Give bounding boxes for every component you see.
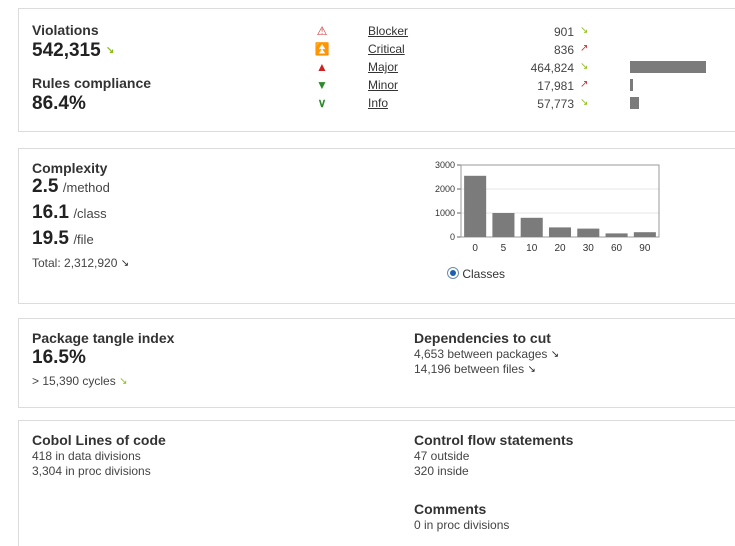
y-tick-label: 3000 bbox=[435, 160, 455, 170]
trend-up-icon: ↘ bbox=[105, 44, 115, 56]
deps-packages: 4,653 between packages ↘ bbox=[414, 347, 559, 361]
severity-link-info[interactable]: Info bbox=[368, 96, 388, 110]
complexity-per-class: 16.1 /class bbox=[32, 202, 107, 224]
total-text: Total: 2,312,920 bbox=[32, 256, 118, 270]
severity-count: 836 bbox=[553, 43, 574, 57]
severity-bar-major bbox=[630, 61, 706, 73]
tangle-value: 16.5% bbox=[32, 347, 86, 368]
complexity-per-file: 19.5 /file bbox=[32, 228, 94, 250]
control-flow-outside: 47 outside bbox=[414, 449, 470, 463]
x-tick-label: 10 bbox=[526, 243, 538, 254]
comments-value: 0 in proc divisions bbox=[414, 518, 510, 532]
plot-frame bbox=[460, 164, 660, 238]
severity-link-critical[interactable]: Critical bbox=[368, 42, 405, 56]
compliance-value: 86.4% bbox=[32, 93, 86, 114]
histogram-bar bbox=[492, 213, 515, 237]
x-tick-label: 5 bbox=[501, 243, 507, 254]
histogram-bar bbox=[605, 233, 628, 237]
blocker-icon: ⚠ bbox=[316, 24, 328, 38]
x-tick-label: 30 bbox=[583, 243, 595, 254]
proc-divisions: 3,304 in proc divisions bbox=[32, 464, 151, 478]
trend-icon: ↗ bbox=[580, 79, 589, 90]
x-tick-label: 20 bbox=[554, 243, 566, 254]
severity-bar-info bbox=[630, 97, 639, 109]
per-file-unit: /file bbox=[73, 232, 94, 247]
severity-count: 901 bbox=[553, 25, 574, 39]
severity-row-major: ▲ Major 464,824 ↘ bbox=[314, 59, 734, 77]
per-method-value: 2.5 bbox=[32, 176, 59, 197]
data-divisions: 418 in data divisions bbox=[32, 449, 141, 463]
classes-radio-option[interactable]: Classes bbox=[447, 267, 505, 281]
compliance-label: Rules compliance bbox=[32, 75, 152, 91]
control-flow-label: Control flow statements bbox=[414, 432, 574, 448]
cycles-count: > 15,390 cycles bbox=[32, 374, 116, 388]
trend-icon: ↘ bbox=[550, 348, 560, 360]
critical-icon: ⏫ bbox=[314, 42, 330, 56]
violations-value: 542,315 ↘ bbox=[32, 40, 114, 62]
trend-icon: ↘ bbox=[119, 375, 128, 387]
histogram-bar bbox=[577, 228, 600, 237]
severity-bar-minor bbox=[630, 79, 633, 91]
minor-icon: ▼ bbox=[316, 78, 328, 92]
info-icon: ∨ bbox=[317, 96, 327, 110]
deps-label: Dependencies to cut bbox=[414, 330, 551, 346]
violations-label: Violations bbox=[32, 22, 99, 38]
per-class-unit: /class bbox=[73, 206, 107, 221]
y-tick-label: 1000 bbox=[435, 208, 455, 218]
y-tick-label: 0 bbox=[450, 232, 455, 242]
complexity-total: Total: 2,312,920 ↘ bbox=[32, 256, 129, 270]
x-tick-label: 0 bbox=[472, 243, 478, 254]
complexity-panel: Complexity 2.5 /method 16.1 /class 19.5 … bbox=[18, 148, 735, 304]
complexity-chart: 0 1000 2000 3000 0 5 10 20 30 60 90 bbox=[435, 160, 660, 254]
complexity-label: Complexity bbox=[32, 160, 108, 176]
tangle-panel: Package tangle index 16.5% > 15,390 cycl… bbox=[18, 318, 735, 408]
trend-icon: ↘ bbox=[580, 61, 589, 72]
cobol-loc-label: Cobol Lines of code bbox=[32, 432, 166, 448]
deps-packages-text: 4,653 between packages bbox=[414, 347, 548, 361]
severity-link-minor[interactable]: Minor bbox=[368, 78, 398, 92]
trend-icon: ↗ bbox=[580, 43, 589, 54]
complexity-per-method: 2.5 /method bbox=[32, 176, 110, 198]
cobol-panel: Cobol Lines of code 418 in data division… bbox=[18, 420, 735, 546]
major-icon: ▲ bbox=[316, 60, 328, 74]
severity-row-minor: ▼ Minor 17,981 ↗ bbox=[314, 77, 734, 95]
severity-link-major[interactable]: Major bbox=[368, 60, 398, 74]
severity-row-blocker: ⚠ Blocker 901 ↘ bbox=[314, 23, 734, 41]
severity-link-blocker[interactable]: Blocker bbox=[368, 24, 408, 38]
violations-panel: Violations 542,315 ↘ Rules compliance 86… bbox=[18, 8, 735, 132]
per-method-unit: /method bbox=[62, 180, 110, 195]
trend-icon: ↘ bbox=[580, 25, 589, 36]
trend-icon: ↘ bbox=[120, 257, 130, 269]
histogram-bar bbox=[464, 175, 487, 237]
trend-icon: ↘ bbox=[527, 363, 536, 375]
x-tick-label: 60 bbox=[611, 243, 623, 254]
severity-row-critical: ⏫ Critical 836 ↗ bbox=[314, 41, 734, 59]
deps-files-text: 14,196 between files bbox=[414, 362, 525, 376]
violations-count: 542,315 bbox=[32, 40, 101, 61]
per-class-value: 16.1 bbox=[32, 202, 69, 223]
histogram-bar bbox=[633, 232, 656, 237]
trend-icon: ↘ bbox=[580, 97, 589, 108]
control-flow-inside: 320 inside bbox=[414, 464, 469, 478]
cycles-text: > 15,390 cycles ↘ bbox=[32, 374, 127, 388]
y-tick-label: 2000 bbox=[435, 184, 455, 194]
severity-count: 17,981 bbox=[537, 79, 574, 93]
severity-count: 57,773 bbox=[537, 97, 574, 111]
x-tick-label: 90 bbox=[639, 243, 651, 254]
histogram-bar bbox=[548, 227, 572, 237]
per-file-value: 19.5 bbox=[32, 228, 69, 249]
radio-selected-icon[interactable] bbox=[447, 267, 459, 279]
severity-count: 464,824 bbox=[530, 61, 574, 75]
tangle-label: Package tangle index bbox=[32, 330, 175, 346]
deps-files: 14,196 between files ↘ bbox=[414, 362, 536, 376]
classes-radio-label: Classes bbox=[462, 267, 506, 281]
histogram-bar bbox=[520, 217, 543, 237]
severity-row-info: ∨ Info 57,773 ↘ bbox=[314, 95, 734, 113]
comments-label: Comments bbox=[414, 501, 487, 517]
